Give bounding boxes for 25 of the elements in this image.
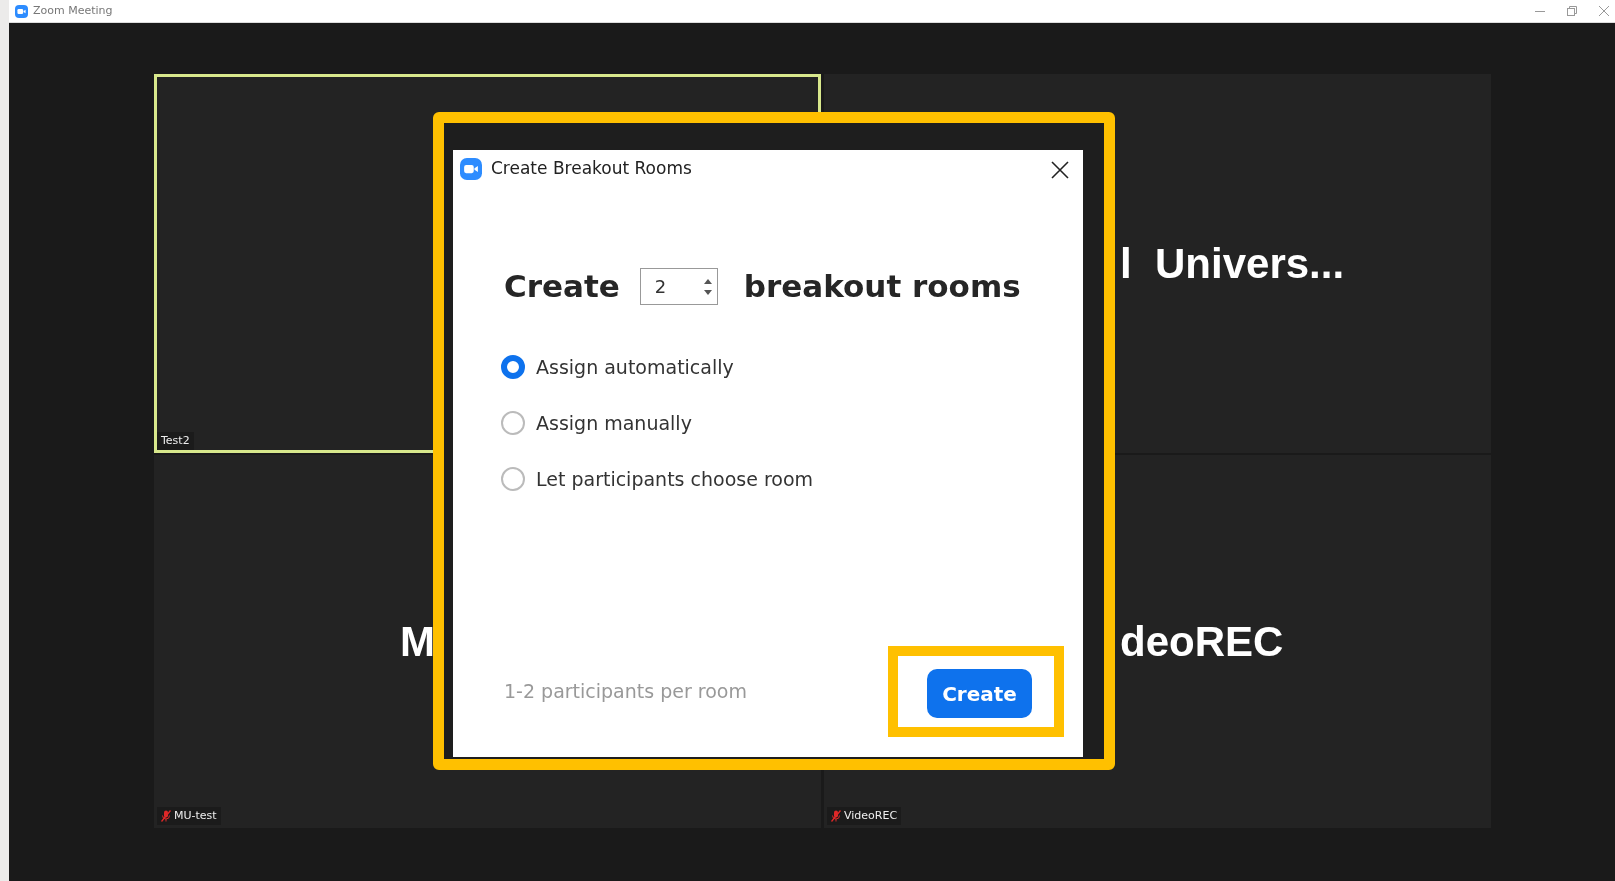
down-arrow-icon[interactable] <box>703 289 712 295</box>
option-label: Let participants choose room <box>536 466 814 492</box>
participant-name: l Univers... <box>1120 239 1345 289</box>
heading-text: Create <box>504 266 620 306</box>
dialog-title: Create Breakout Rooms <box>491 157 692 181</box>
name-label: MU-test <box>174 807 217 824</box>
camera-icon <box>15 4 28 18</box>
heading-text: breakout rooms <box>743 266 1021 306</box>
restore-icon[interactable] <box>1567 6 1577 16</box>
participant-name: deoREC <box>1120 617 1284 667</box>
name-label: VideoREC <box>844 807 898 824</box>
create-button[interactable]: Create <box>927 669 1032 718</box>
radio-button[interactable] <box>501 467 525 491</box>
camera-icon <box>460 158 482 180</box>
option-label: Assign automatically <box>536 354 734 380</box>
close-icon[interactable] <box>1599 6 1609 16</box>
up-arrow-icon[interactable] <box>703 278 712 284</box>
option-label: Assign manually <box>536 410 692 436</box>
window-title: Zoom Meeting <box>33 2 113 19</box>
participant-name: M <box>400 617 435 667</box>
radio-button[interactable] <box>501 355 525 379</box>
hint-text: 1-2 participants per room <box>504 679 747 705</box>
room-count-field[interactable]: 2 <box>639 267 718 305</box>
name-label: Test2 <box>161 432 190 449</box>
radio-button[interactable] <box>501 411 525 435</box>
